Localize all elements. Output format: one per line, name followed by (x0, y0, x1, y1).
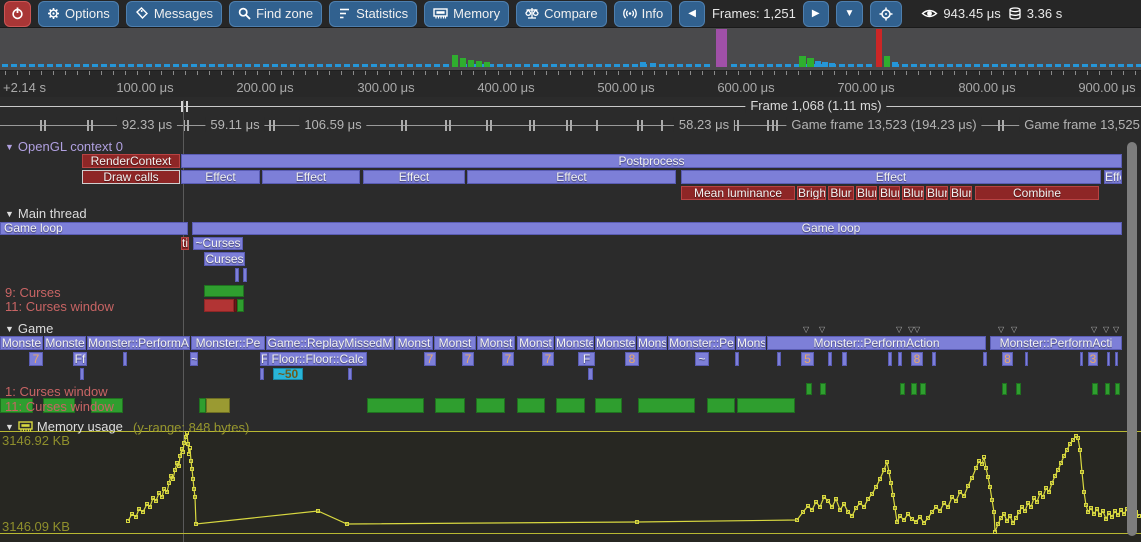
memory-top-value: 3146.92 KB (2, 433, 70, 448)
collapse-arrow-icon[interactable]: ▼ (5, 324, 14, 334)
message-triangle-icon[interactable]: ▽ (1091, 325, 1097, 334)
message-triangle-icon[interactable]: ▽ (1113, 325, 1119, 334)
memory-range-note: (y-range: 848 bytes) (133, 420, 249, 435)
tracy-profiler-window: OptionsMessagesFind zoneStatisticsMemory… (0, 0, 1141, 542)
message-triangle-icon[interactable]: ▽ (819, 325, 825, 334)
message-triangle-icon[interactable]: ▽ (998, 325, 1004, 334)
message-triangle-icon[interactable]: ▽ (896, 325, 902, 334)
lock-count-label: 11: Curses window (5, 399, 114, 414)
memory-usage-graph[interactable] (0, 0, 1141, 542)
message-triangle-icon[interactable]: ▽ (914, 325, 920, 334)
lock-count-label: 11: Curses window (5, 299, 114, 314)
memory-bottom-value: 3146.09 KB (2, 519, 70, 534)
lock-count-label: 1: Curses window (5, 384, 108, 399)
message-triangle-icon[interactable]: ▽ (1103, 325, 1109, 334)
message-triangle-icon[interactable]: ▽ (803, 325, 809, 334)
section-header-main-thread[interactable]: ▼Main thread (5, 206, 87, 221)
collapse-arrow-icon[interactable]: ▼ (5, 209, 14, 219)
section-header-game[interactable]: ▼Game (5, 321, 53, 336)
section-header-opengl[interactable]: ▼OpenGL context 0 (5, 139, 123, 154)
lock-count-label: 9: Curses (5, 285, 61, 300)
collapse-arrow-icon[interactable]: ▼ (5, 422, 14, 432)
collapse-arrow-icon[interactable]: ▼ (5, 142, 14, 152)
vertical-scrollbar[interactable] (1127, 142, 1137, 536)
message-triangle-icon[interactable]: ▽ (1011, 325, 1017, 334)
